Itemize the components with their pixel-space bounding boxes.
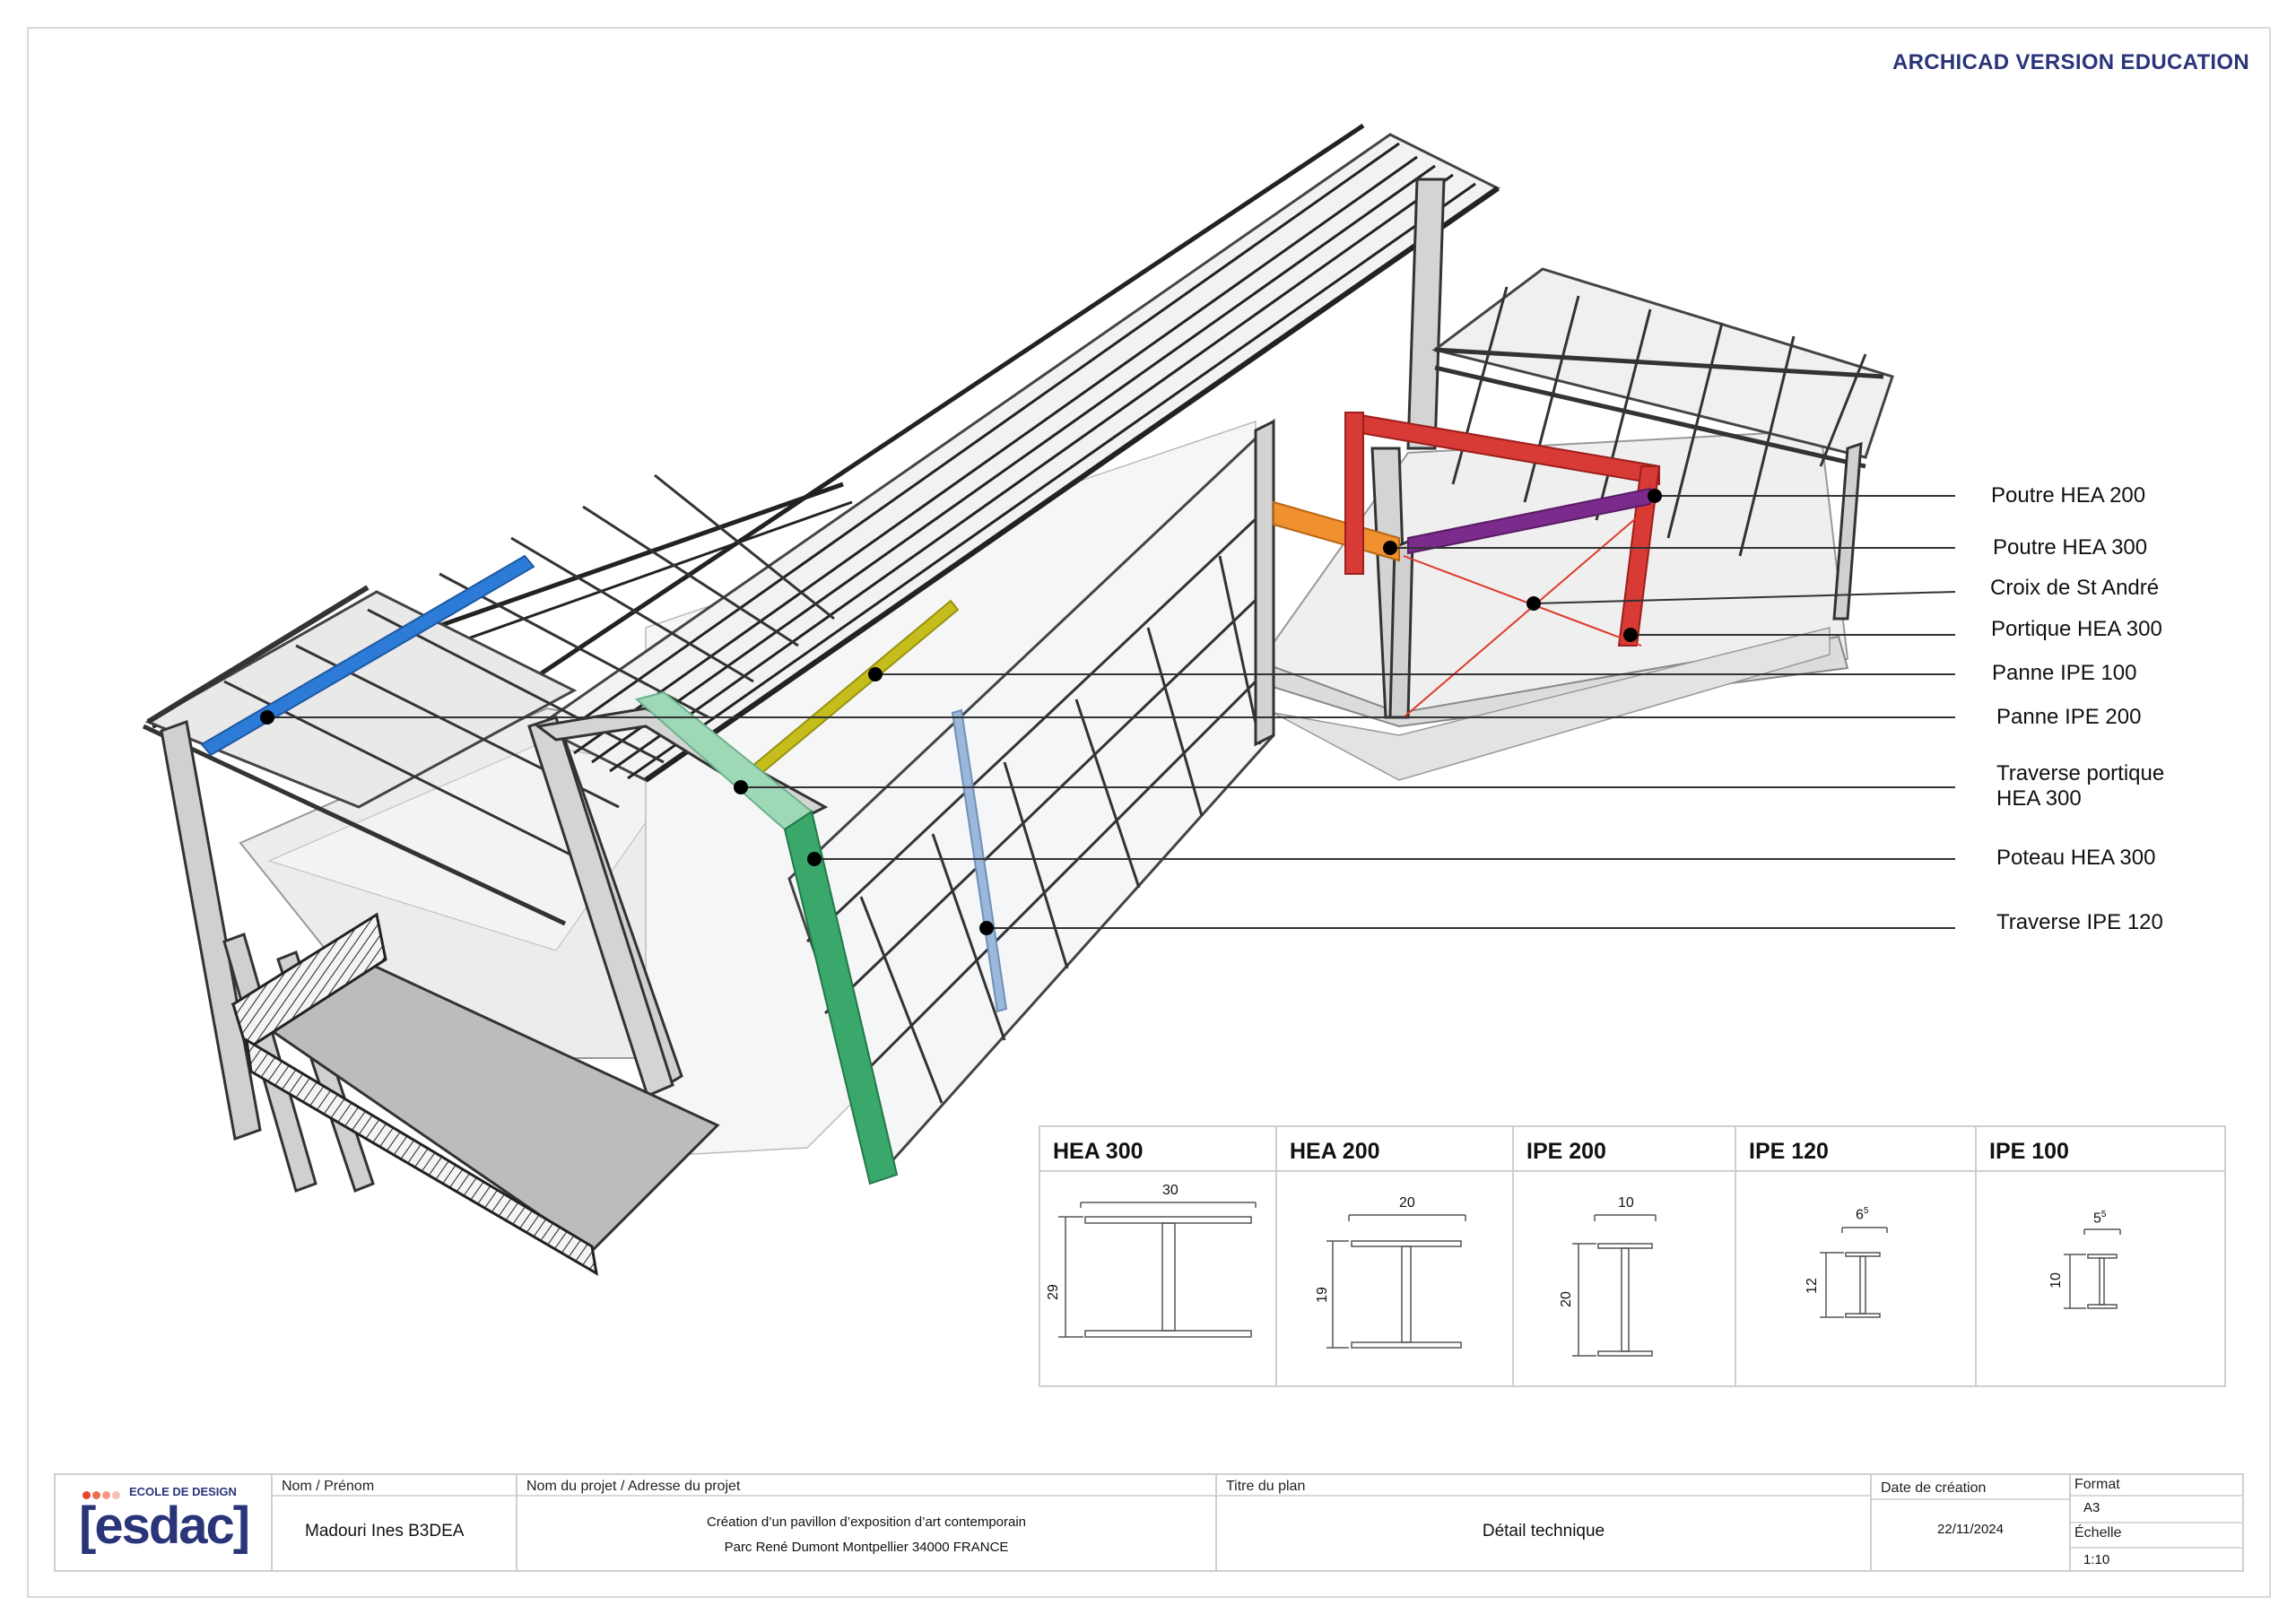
plan-title-field: Titre du plan Détail technique — [1217, 1475, 1872, 1570]
scale-label: Échelle — [2074, 1525, 2122, 1541]
profile-width-label: 10 — [1618, 1195, 1634, 1211]
callout-traverse-ipe-120: Traverse IPE 120 — [1996, 910, 2163, 934]
profile-title: IPE 120 — [1736, 1127, 1975, 1172]
profile-height-label: 10 — [2048, 1272, 2064, 1289]
i-beam-section-drawing — [2064, 1228, 2121, 1309]
format-value: A3 — [2083, 1500, 2100, 1515]
profile-height-label: 19 — [1314, 1287, 1330, 1303]
i-beam-section-drawing — [1820, 1227, 1888, 1318]
callout-portique-hea-300: Portique HEA 300 — [1991, 617, 2162, 641]
date-label: Date de création — [1881, 1480, 1987, 1496]
profile-column-ipe-100: IPE 100 55 10 — [1977, 1127, 2224, 1385]
profile-title: HEA 200 — [1277, 1127, 1512, 1172]
title-block: ECOLE DE DESIGN [esdac] Nom / Prénom Mad… — [54, 1473, 2244, 1572]
profile-column-hea-200: HEA 200 20 19 — [1277, 1127, 1514, 1385]
profile-title: IPE 200 — [1514, 1127, 1735, 1172]
date-field: Date de création 22/11/2024 — [1872, 1475, 2071, 1570]
name-label: Nom / Prénom — [282, 1479, 375, 1494]
profile-height-label: 20 — [1558, 1291, 1574, 1307]
project-address: Parc René Dumont Montpellier 34000 FRANC… — [724, 1540, 1009, 1555]
plan-title-label: Titre du plan — [1226, 1479, 1306, 1494]
portique-hea-300-left — [1344, 412, 1364, 575]
steel-profiles-table: HEA 300 30 29 HEA 200 20 19 IPE 200 10 2… — [1039, 1125, 2226, 1387]
project-label: Nom du projet / Adresse du projet — [526, 1479, 741, 1494]
profile-height-label: 12 — [1804, 1278, 1820, 1294]
profile-column-ipe-200: IPE 200 10 20 — [1514, 1127, 1736, 1385]
logo-wordmark: [esdac] — [79, 1497, 250, 1555]
name-field: Nom / Prénom Madouri Ines B3DEA — [273, 1475, 517, 1570]
profile-title: HEA 300 — [1040, 1127, 1275, 1172]
name-value: Madouri Ines B3DEA — [305, 1522, 465, 1541]
callout-panne-ipe-100: Panne IPE 100 — [1992, 661, 2137, 685]
profile-title: IPE 100 — [1977, 1127, 2224, 1172]
profile-width-label: 55 — [2093, 1210, 2107, 1227]
project-field: Nom du projet / Adresse du projet Créati… — [517, 1475, 1217, 1570]
callout-croix-st-andre: Croix de St André — [1990, 576, 2160, 600]
profile-column-ipe-120: IPE 120 65 12 — [1736, 1127, 1977, 1385]
scale-value: 1:10 — [2083, 1552, 2110, 1567]
profile-width-label: 30 — [1162, 1183, 1178, 1198]
format-scale-field: Format A3 Échelle 1:10 — [2071, 1475, 2244, 1570]
project-title: Création d’un pavillon d’exposition d’ar… — [706, 1515, 1027, 1530]
callout-poutre-hea-200: Poutre HEA 200 — [1991, 483, 2146, 508]
date-value: 22/11/2024 — [1937, 1522, 2004, 1537]
plan-title-value: Détail technique — [1482, 1522, 1605, 1541]
callout-poteau-hea-300: Poteau HEA 300 — [1996, 846, 2156, 870]
callout-poutre-hea-300: Poutre HEA 300 — [1993, 535, 2148, 560]
profile-width-label: 20 — [1399, 1195, 1415, 1211]
profile-height-label: 29 — [1045, 1284, 1061, 1300]
format-label: Format — [2074, 1477, 2120, 1492]
profile-column-hea-300: HEA 300 30 29 — [1040, 1127, 1277, 1385]
school-logo: ECOLE DE DESIGN [esdac] — [56, 1475, 273, 1570]
i-beam-section-drawing — [1058, 1202, 1257, 1338]
callout-traverse-portique-hea-300: Traverse portique HEA 300 — [1996, 761, 2165, 811]
profile-width-label: 65 — [1856, 1206, 1869, 1223]
i-beam-section-drawing — [1326, 1214, 1466, 1349]
callout-panne-ipe-200: Panne IPE 200 — [1996, 705, 2142, 729]
